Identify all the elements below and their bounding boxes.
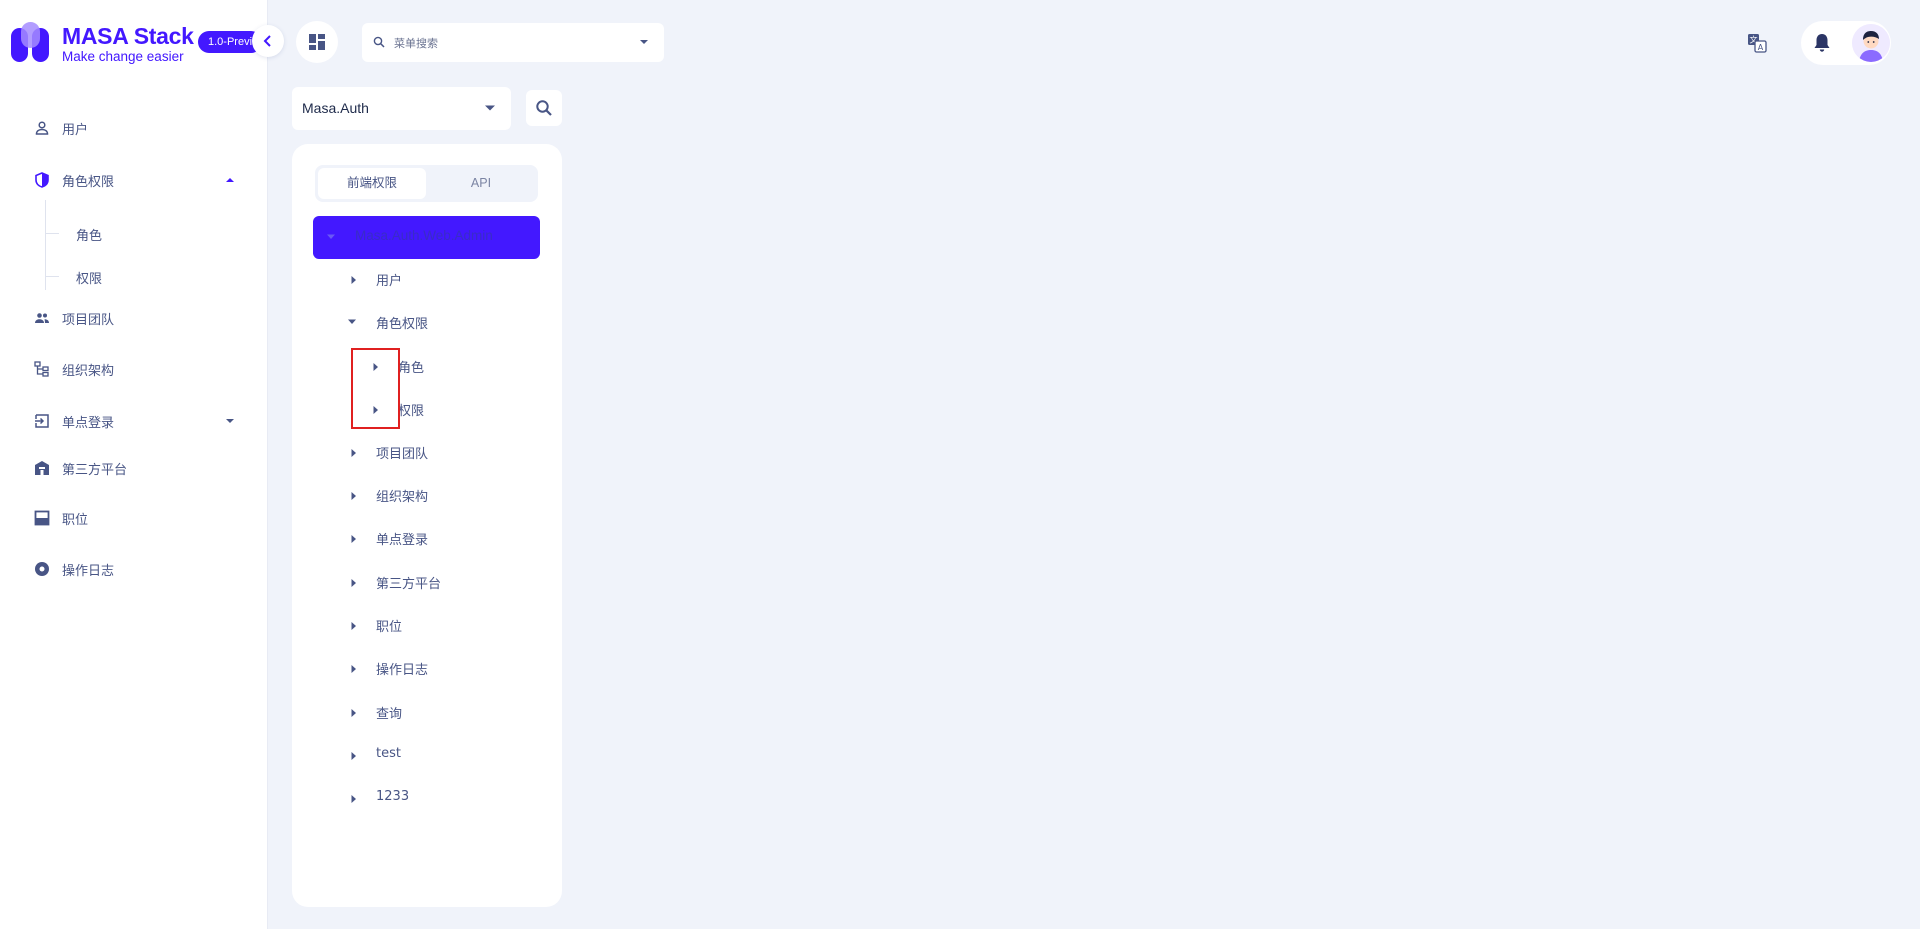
org-chart-icon	[34, 361, 49, 377]
tree-node[interactable]: test	[350, 740, 540, 770]
caret-down-icon	[348, 319, 356, 324]
search-icon	[536, 100, 552, 116]
tree-root-node[interactable]: Masa.Auth.Web.Admin	[313, 216, 540, 259]
sidebar-item-org[interactable]: 组织架构	[0, 351, 268, 387]
chevron-down-icon	[226, 419, 234, 423]
brand: MASA Stack Make change easier 1.0-Previe…	[10, 20, 262, 66]
sidebar-item-users[interactable]: 用户	[0, 110, 268, 146]
sidebar-item-sso[interactable]: 单点登录	[0, 403, 268, 439]
sidebar-item-logs[interactable]: 操作日志	[0, 551, 268, 587]
tree-node[interactable]: 1233	[350, 783, 540, 813]
app-select-value: Masa.Auth	[302, 100, 369, 116]
tree-node-label: 第三方平台	[376, 577, 442, 592]
menu-search-input[interactable]	[394, 33, 614, 53]
tree-node[interactable]: 用户	[350, 264, 540, 294]
tab-frontend-permissions[interactable]: 前端权限	[318, 168, 426, 199]
brand-name: MASA Stack	[62, 23, 194, 49]
sidebar-item-label: 单点登录	[62, 415, 115, 431]
building-icon	[35, 461, 49, 475]
tree-node-label: 项目团队	[376, 447, 429, 462]
tree-node-label: 操作日志	[376, 663, 429, 678]
tree-node[interactable]: 职位	[350, 610, 540, 640]
sidebar-item-label: 角色权限	[62, 174, 115, 190]
tree-node[interactable]: 角色权限	[347, 307, 540, 337]
collapse-sidebar-button[interactable]	[252, 25, 284, 57]
caret-right-icon	[351, 492, 356, 500]
sidebar: MASA Stack Make change easier 1.0-Previe…	[0, 0, 268, 929]
dropdown-caret-icon	[485, 105, 495, 111]
caret-right-icon	[351, 752, 356, 760]
tab-api[interactable]: API	[427, 168, 535, 199]
chevron-up-icon	[226, 178, 234, 182]
tree-node-label: 职位	[376, 620, 403, 635]
tree-node-label: 角色	[398, 361, 425, 376]
dashboard-grid-button[interactable]	[296, 21, 338, 63]
tree-node-label: 查询	[376, 707, 403, 722]
sidebar-item-position[interactable]: 职位	[0, 500, 268, 536]
permission-type-tabs: 前端权限 API	[315, 165, 538, 202]
tree-node[interactable]: 单点登录	[350, 523, 540, 553]
translate-icon[interactable]: 文 A	[1747, 33, 1767, 53]
tree-node[interactable]: 第三方平台	[350, 567, 540, 597]
masa-logo-icon	[11, 22, 49, 62]
caret-right-icon	[351, 709, 356, 717]
dashboard-icon	[309, 34, 325, 50]
caret-right-icon	[351, 795, 356, 803]
sidebar-item-label: 操作日志	[62, 563, 115, 579]
menu-search-box[interactable]	[362, 23, 664, 62]
tree-node-label: 用户	[376, 274, 403, 289]
log-icon	[35, 562, 49, 576]
tree-node-label: 角色权限	[376, 317, 429, 332]
sidebar-subitem-permissions[interactable]: 权限	[0, 258, 268, 294]
brand-slogan: Make change easier	[62, 49, 184, 64]
tree-node-label: test	[376, 746, 401, 761]
tree-node-label: 权限	[398, 404, 425, 419]
annotation-highlight-box	[351, 348, 400, 429]
tree-root-label: Masa.Auth.Web.Admin	[355, 228, 493, 243]
dropdown-caret-icon	[640, 40, 648, 44]
sidebar-item-label: 第三方平台	[62, 462, 128, 478]
caret-right-icon	[351, 579, 356, 587]
caret-right-icon	[351, 622, 356, 630]
user-avatar-icon	[1852, 24, 1890, 62]
tree-node[interactable]: 项目团队	[350, 437, 540, 467]
caret-right-icon	[351, 449, 356, 457]
search-button[interactable]	[526, 90, 562, 126]
notification-bell-icon[interactable]	[1811, 32, 1833, 54]
svg-text:A: A	[1758, 43, 1764, 52]
tree-node-label: 单点登录	[376, 533, 429, 548]
sidebar-item-label: 组织架构	[62, 363, 115, 379]
sidebar-subitem-label: 角色	[76, 229, 103, 244]
search-icon	[373, 36, 385, 48]
sidebar-item-label: 职位	[62, 512, 89, 528]
sidebar-subitem-label: 权限	[76, 272, 103, 287]
sidebar-item-roles-permissions[interactable]: 角色权限	[0, 162, 268, 198]
chevron-left-icon	[263, 35, 271, 47]
tree-node-label: 组织架构	[376, 490, 429, 505]
sidebar-subitem-roles[interactable]: 角色	[0, 215, 268, 251]
caret-right-icon	[351, 665, 356, 673]
position-icon	[34, 510, 50, 526]
avatar[interactable]	[1852, 24, 1890, 62]
app-select[interactable]: Masa.Auth	[292, 87, 511, 130]
caret-down-icon	[327, 234, 335, 239]
shield-icon	[35, 172, 49, 188]
app-root: MASA Stack Make change easier 1.0-Previe…	[0, 0, 1920, 929]
sidebar-item-label: 用户	[62, 122, 89, 138]
user-icon	[35, 121, 49, 135]
sidebar-item-teams[interactable]: 项目团队	[0, 300, 268, 336]
group-icon	[35, 313, 49, 323]
tree-node[interactable]: 操作日志	[350, 653, 540, 683]
caret-right-icon	[351, 276, 356, 284]
sidebar-item-label: 项目团队	[62, 312, 115, 328]
tree-node[interactable]: 查询	[350, 697, 540, 727]
login-icon	[35, 414, 49, 428]
tree-node[interactable]: 组织架构	[350, 480, 540, 510]
tree-node-label: 1233	[376, 789, 410, 804]
sidebar-item-third-party[interactable]: 第三方平台	[0, 450, 268, 486]
caret-right-icon	[351, 535, 356, 543]
